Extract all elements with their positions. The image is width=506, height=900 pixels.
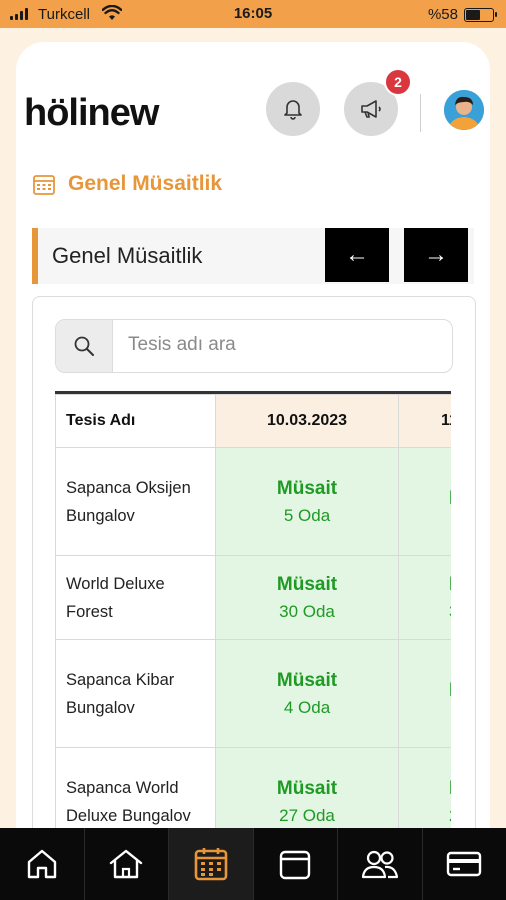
room-count: 4 Oda [283,697,331,717]
availability-panel: Tesis adı ara Tesis Adı 10.03.2023 11. S… [32,296,476,842]
availability-status: Müsait [276,777,338,799]
wallet-icon [280,850,311,880]
column-header-date[interactable]: 11. [398,394,451,448]
next-button[interactable]: → [404,228,468,282]
column-header-date[interactable]: 10.03.2023 [215,394,399,448]
home-outline-icon [27,849,56,879]
user-avatar[interactable] [444,90,484,130]
bell-icon [284,100,302,120]
arrow-right-icon: → [424,241,448,268]
table-row: Sapanca Kibar Bungalov Müsait 4 Oda M [55,639,451,748]
page-title: Genel Müsaitlik [68,172,223,195]
room-count: 30 Oda [279,601,335,621]
availability-status: Müsait [276,477,338,499]
room-count: 5 Oda [283,505,331,525]
avatar-icon [444,90,484,130]
search-box[interactable]: Tesis adı ara [55,319,453,373]
table-row: World Deluxe Forest Müsait30 Oda M3 [55,555,451,640]
status-bar: Turkcell 16:05 %58 [0,0,506,28]
notifications-button[interactable] [266,82,320,136]
notification-badge: 2 [384,68,412,96]
availability-status: M [449,680,451,702]
availability-cell[interactable]: M [398,639,451,748]
main-card: hölinew 2 Genel Müsaitlik Genel Müsaitli… [16,42,490,842]
megaphone-icon [361,100,381,118]
previous-button[interactable]: ← [325,228,389,282]
availability-status: M [449,488,451,510]
availability-status: Müsait [276,573,338,595]
arrow-left-icon: ← [345,241,369,268]
availability-cell[interactable]: M [398,447,451,556]
tab-facilities[interactable] [85,828,169,900]
facility-name: World Deluxe Forest [55,555,216,640]
search-input[interactable]: Tesis adı ara [128,334,236,356]
tab-payments[interactable] [423,828,506,900]
room-count: 3 [449,602,451,622]
navigator-label: Genel Müsaitlik [52,243,203,268]
period-navigator: Genel Müsaitlik ← → [32,228,474,284]
battery-icon [464,8,497,22]
column-header-facility[interactable]: Tesis Adı [55,394,216,448]
availability-cell[interactable]: M3 [398,555,451,640]
tab-users[interactable] [338,828,423,900]
table-row: Sapanca Oksijen Bungalov Müsait 5 Oda M [55,447,451,556]
accent-bar [32,228,38,284]
availability-cell[interactable]: Müsait 4 Oda [215,639,399,748]
facility-name: Sapanca Oksijen Bungalov [55,447,216,556]
app-logo[interactable]: hölinew [24,92,159,135]
battery-percent: %58 [427,6,458,23]
availability-table-scroll[interactable]: Tesis Adı 10.03.2023 11. Sapanca Oksijen… [55,391,451,842]
calendar-icon [33,175,55,195]
availability-status: M [449,574,451,596]
bottom-tab-bar [0,828,506,900]
availability-status: Müsait [276,669,338,691]
page-header: Genel Müsaitlik [32,172,222,196]
tab-availability[interactable] [169,828,254,900]
availability-cell[interactable]: Müsait 30 Oda [215,555,399,640]
app-background: hölinew 2 Genel Müsaitlik Genel Müsaitli… [0,28,506,842]
facility-name: Sapanca Kibar Bungalov [55,639,216,748]
room-count: 27 Oda [279,805,335,825]
tab-home[interactable] [0,828,85,900]
users-icon [361,850,398,879]
availability-status: M [449,778,451,800]
card-icon [447,851,482,877]
calendar-grid-icon [194,848,228,881]
tab-wallet[interactable] [254,828,338,900]
availability-cell[interactable]: Müsait 5 Oda [215,447,399,556]
availability-table: Tesis Adı 10.03.2023 11. Sapanca Oksijen… [55,394,451,842]
house-icon [110,849,143,879]
header-divider [420,94,421,132]
room-count: 2 [449,806,451,826]
search-icon [56,320,113,372]
